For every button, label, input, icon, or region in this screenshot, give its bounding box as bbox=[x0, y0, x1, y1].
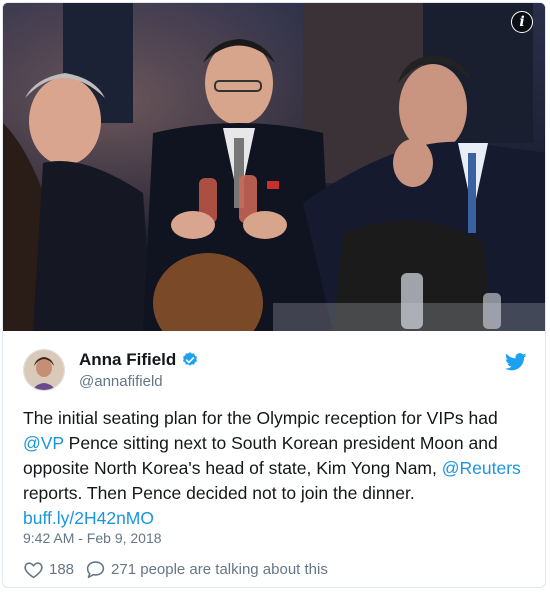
mention-reuters-link[interactable]: @Reuters bbox=[442, 458, 521, 478]
comment-button[interactable]: 271 people are talking about this bbox=[85, 559, 328, 580]
comment-bubble-icon bbox=[86, 561, 105, 579]
author-name[interactable]: Anna Fifield bbox=[79, 350, 176, 370]
tweet-text-part: reports. Then Pence decided not to join … bbox=[23, 483, 415, 503]
tweet-photo[interactable]: i bbox=[3, 3, 545, 331]
info-icon[interactable]: i bbox=[511, 11, 533, 33]
tweet-text-part: Pence sitting next to South Korean presi… bbox=[23, 433, 498, 478]
reception-photo-image bbox=[3, 3, 545, 331]
tweet-author[interactable]: Anna Fifield @annafifield bbox=[23, 349, 199, 391]
mention-vp-link[interactable]: @VP bbox=[23, 433, 64, 453]
talking-count: 271 people are talking about this bbox=[111, 561, 328, 578]
article-link[interactable]: buff.ly/2H42nMO bbox=[23, 508, 154, 528]
avatar-image bbox=[24, 350, 64, 390]
tweet-text: The initial seating plan for the Olympic… bbox=[23, 406, 533, 531]
tweet-card: i Anna Fifield @annafifield The initial … bbox=[2, 2, 546, 588]
avatar[interactable] bbox=[23, 349, 65, 391]
twitter-bird-icon[interactable] bbox=[505, 353, 527, 371]
like-button[interactable]: 188 bbox=[23, 559, 74, 580]
heart-icon bbox=[24, 562, 43, 579]
author-handle[interactable]: @annafifield bbox=[79, 373, 199, 390]
tweet-timestamp[interactable]: 9:42 AM - Feb 9, 2018 bbox=[23, 530, 162, 546]
like-count: 188 bbox=[49, 561, 75, 578]
tweet-text-part: The initial seating plan for the Olympic… bbox=[23, 408, 498, 428]
verified-badge-icon bbox=[183, 352, 198, 366]
tweet-actions: 188 271 people are talking about this bbox=[23, 559, 328, 580]
